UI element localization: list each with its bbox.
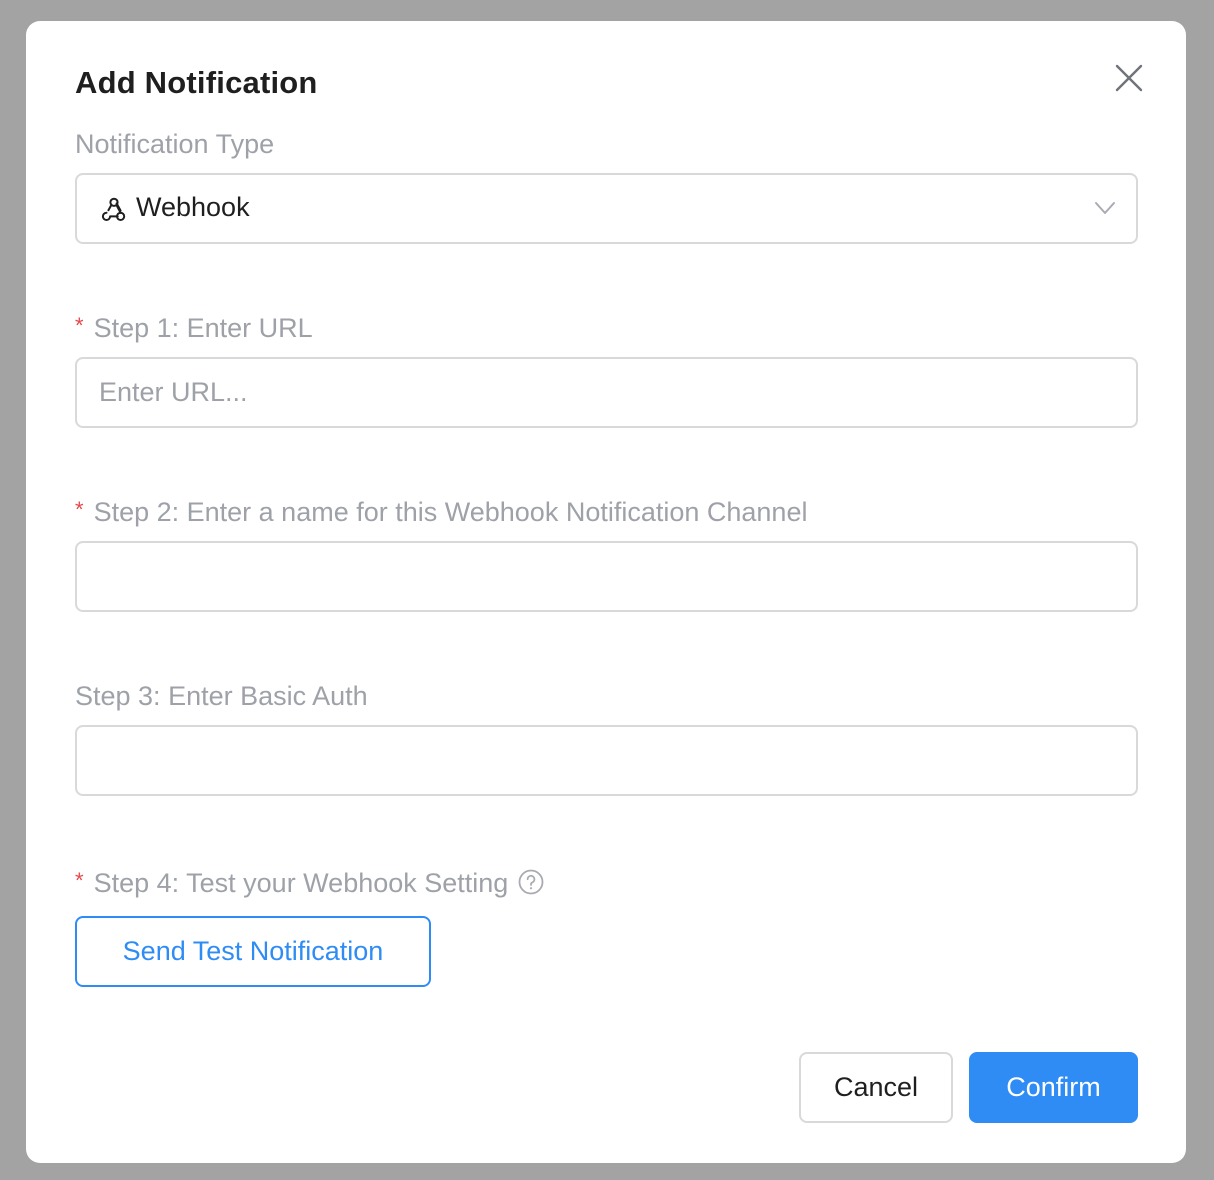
url-field: [75, 357, 1138, 428]
step2-label-text: Step 2: Enter a name for this Webhook No…: [93, 497, 808, 527]
channel-name-input[interactable]: [77, 543, 1136, 610]
close-icon: [1115, 64, 1143, 92]
help-circle-icon[interactable]: [518, 869, 544, 895]
required-marker: *: [75, 868, 84, 893]
notification-type-label: Notification Type: [75, 129, 275, 159]
notification-type-select[interactable]: Webhook: [75, 173, 1138, 244]
close-button[interactable]: [1113, 62, 1145, 94]
step3-label: Step 3: Enter Basic Auth: [75, 681, 368, 711]
url-input[interactable]: [77, 359, 1136, 426]
webhook-icon: [101, 197, 126, 221]
chevron-down-icon: [1095, 202, 1115, 214]
add-notification-dialog: Add Notification Notification Type Webho…: [26, 21, 1186, 1163]
confirm-button[interactable]: Confirm: [969, 1052, 1138, 1123]
step1-label: * Step 1: Enter URL: [75, 313, 313, 344]
basic-auth-input[interactable]: [77, 727, 1136, 794]
notification-type-value: Webhook: [136, 192, 250, 222]
step4-label-text: Step 4: Test your Webhook Setting: [93, 868, 509, 898]
step2-label: * Step 2: Enter a name for this Webhook N…: [75, 497, 807, 528]
step4-label: * Step 4: Test your Webhook Setting: [75, 868, 544, 899]
send-test-notification-button[interactable]: Send Test Notification: [75, 916, 431, 987]
required-marker: *: [75, 313, 84, 338]
required-marker: *: [75, 497, 84, 522]
dialog-title: Add Notification: [75, 65, 318, 100]
channel-name-field: [75, 541, 1138, 612]
cancel-button[interactable]: Cancel: [799, 1052, 953, 1123]
basic-auth-field: [75, 725, 1138, 796]
step1-label-text: Step 1: Enter URL: [93, 313, 313, 343]
